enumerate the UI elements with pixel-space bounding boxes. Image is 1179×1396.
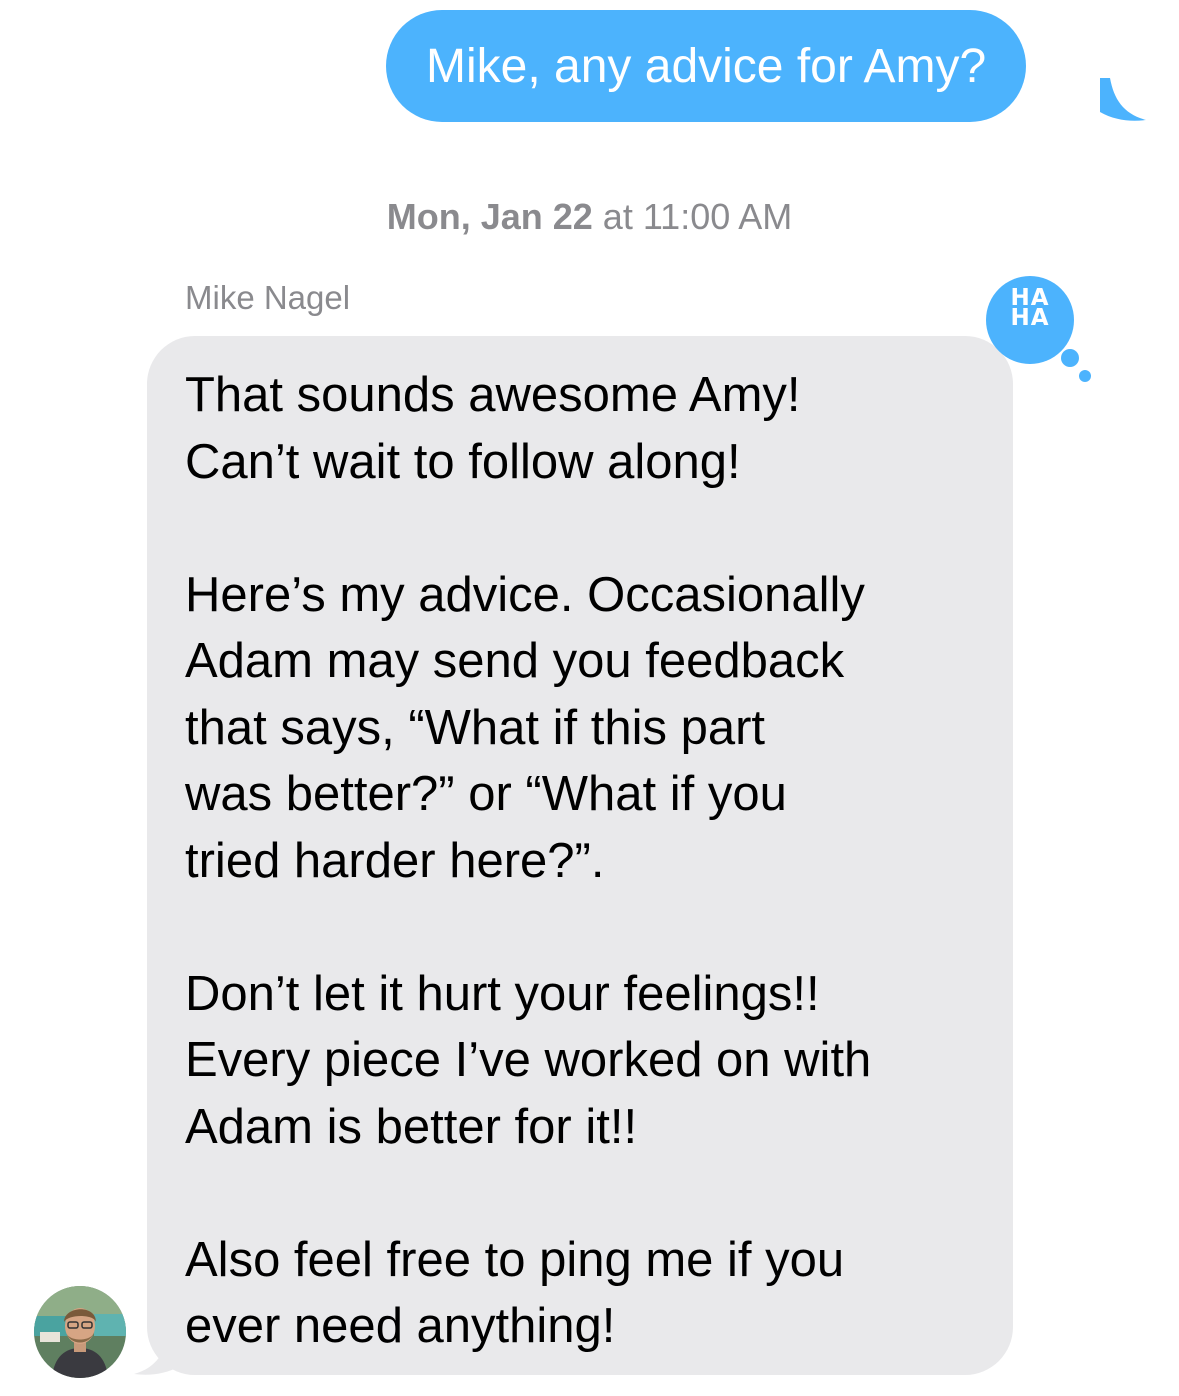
outgoing-message-text: Mike, any advice for Amy?	[426, 39, 987, 93]
incoming-message-bubble[interactable]: That sounds awesome Amy! Can’t wait to f…	[147, 336, 1013, 1375]
avatar[interactable]	[34, 1286, 126, 1378]
timestamp-day: Mon, Jan 22	[386, 196, 593, 237]
message-line: ever need anything!	[185, 1299, 616, 1353]
haha-line-2: HA	[1010, 305, 1050, 331]
message-line: was better?” or “What if you	[185, 767, 787, 821]
message-line: That sounds awesome Amy!	[185, 368, 801, 422]
incoming-bubble-tail	[134, 1330, 180, 1375]
haha-reaction-label: HA HA	[994, 287, 1066, 331]
timestamp-time: at 11:00 AM	[602, 196, 793, 237]
outgoing-bubble-tail	[1100, 78, 1146, 121]
message-line: that says, “What if this part	[185, 700, 766, 755]
message-line: Every piece I’ve worked on with	[185, 1033, 872, 1087]
message-line: Here’s my advice. Occasionally	[185, 567, 865, 622]
message-line: Can’t wait to follow along!	[185, 434, 741, 489]
outgoing-message-bubble[interactable]: Mike, any advice for Amy?	[386, 10, 1027, 122]
message-line: Also feel free to ping me if you	[185, 1232, 845, 1287]
message-line: Adam is better for it!!	[185, 1099, 638, 1154]
message-line: Adam may send you feedback	[185, 634, 845, 688]
avatar-image	[34, 1286, 126, 1378]
message-line: Don’t let it hurt your feelings!!	[185, 966, 820, 1021]
message-timestamp: Mon, Jan 22 at 11:00 AM	[0, 196, 1179, 238]
sender-name: Mike Nagel	[185, 279, 351, 316]
message-line: tried harder here?”.	[185, 833, 605, 888]
